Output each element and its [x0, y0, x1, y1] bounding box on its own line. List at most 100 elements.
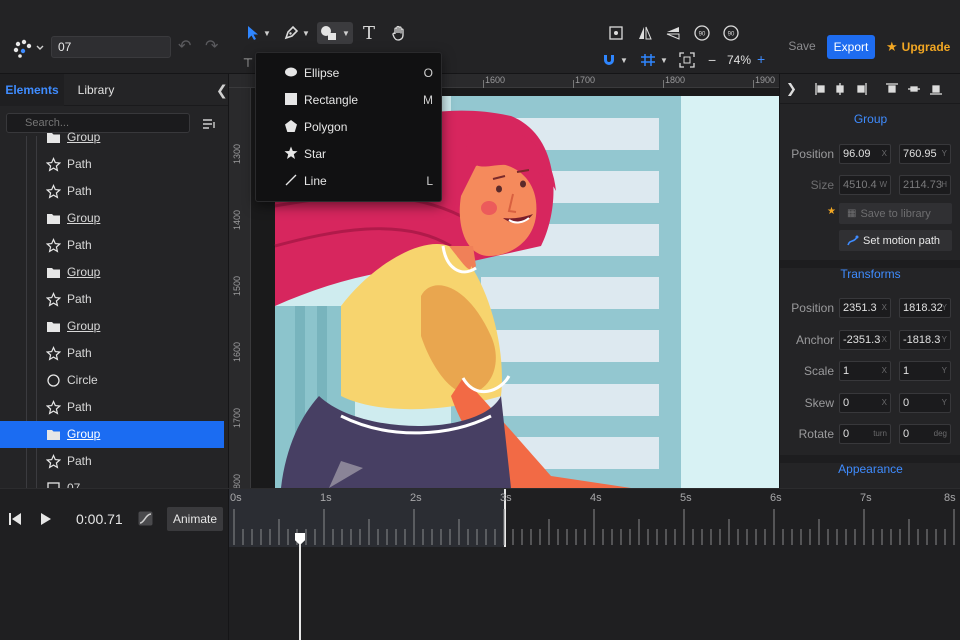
- transform-position-y-input[interactable]: 1818.32 Y: [899, 298, 951, 318]
- tree-item-label: Path: [67, 157, 92, 171]
- timeline-tick-label: 5s: [680, 492, 692, 504]
- hand-tool-button[interactable]: [387, 22, 411, 44]
- shape-menu-item[interactable]: Ellipse O: [256, 59, 443, 86]
- size-w-value: 4510.4: [843, 179, 877, 191]
- chevron-down-icon[interactable]: ▼: [620, 56, 628, 65]
- save-to-library-button[interactable]: ▦ Save to library: [839, 203, 952, 224]
- export-button[interactable]: Export: [827, 35, 875, 59]
- fit-icon: [609, 26, 623, 40]
- tree-item[interactable]: Group: [0, 421, 224, 448]
- align-icons[interactable]: [814, 82, 954, 96]
- expand-panel-icon[interactable]: ❯: [786, 81, 797, 97]
- shapes-tool-button[interactable]: ▼: [317, 22, 353, 44]
- tree-item[interactable]: Group: [0, 313, 224, 340]
- tree-item[interactable]: 07: [0, 475, 224, 488]
- folder-icon: [46, 319, 61, 334]
- tree-item[interactable]: Group: [0, 124, 224, 151]
- shape-menu-item[interactable]: Star: [256, 140, 443, 167]
- polygon-icon: [284, 119, 298, 133]
- size-h-value: 2114.73: [903, 179, 942, 191]
- tree-item[interactable]: Path: [0, 394, 224, 421]
- fit-button[interactable]: [604, 22, 628, 44]
- save-to-library-label: Save to library: [860, 207, 931, 220]
- size-h-input[interactable]: 2114.73 H: [899, 175, 951, 195]
- snap-button[interactable]: [597, 49, 621, 71]
- play-icon[interactable]: [40, 512, 52, 526]
- tab-library[interactable]: Library: [64, 74, 128, 106]
- size-w-input[interactable]: 4510.4 W: [839, 175, 891, 195]
- rotate-deg-input[interactable]: 0 deg: [899, 424, 951, 444]
- unit-h: H: [941, 180, 947, 189]
- size-label: Size: [810, 178, 834, 192]
- skew-y-input[interactable]: 0Y: [899, 393, 951, 413]
- pen-icon: [284, 25, 299, 40]
- tree-item[interactable]: Circle: [0, 367, 224, 394]
- save-button[interactable]: Save: [784, 35, 820, 57]
- tree-item[interactable]: Path: [0, 286, 224, 313]
- flip-v-icon: [666, 27, 680, 40]
- upgrade-button[interactable]: ★ Upgrade: [886, 39, 950, 55]
- rotate-left-90-button[interactable]: 90: [690, 22, 714, 44]
- easing-icon[interactable]: [138, 511, 153, 526]
- select-tool-button[interactable]: [241, 22, 265, 44]
- tree-item[interactable]: Group: [0, 205, 224, 232]
- transform-position-x-input[interactable]: 2351.3 X: [839, 298, 891, 318]
- text-tool-button[interactable]: T: [357, 22, 381, 44]
- zoom-in-button[interactable]: +: [757, 51, 765, 67]
- scale-y-input[interactable]: 1Y: [899, 361, 951, 381]
- tree-item[interactable]: Path: [0, 151, 224, 178]
- set-motion-path-button[interactable]: Set motion path: [839, 230, 952, 251]
- premium-star-icon: ★: [827, 206, 836, 217]
- tree-item[interactable]: Path: [0, 448, 224, 475]
- scale-x-input[interactable]: 1X: [839, 361, 891, 381]
- redo-icon[interactable]: ↷: [205, 38, 218, 56]
- zoom-out-button[interactable]: −: [708, 52, 716, 68]
- ruler-label: 1700: [232, 407, 242, 428]
- ruler-vertical[interactable]: 1300 1400 1500 1600 1700 1800: [229, 88, 251, 488]
- flip-horizontal-button[interactable]: [633, 22, 657, 44]
- ruler-label: 1900: [755, 75, 776, 85]
- undo-icon[interactable]: ↶: [178, 38, 191, 56]
- frame-button[interactable]: [675, 49, 699, 71]
- shape-menu-item[interactable]: Line L: [256, 167, 443, 194]
- collapse-panel-icon[interactable]: ❮: [216, 82, 228, 99]
- tree-item-label: Circle: [67, 373, 98, 387]
- grid-button[interactable]: [636, 49, 660, 71]
- position-y-input[interactable]: 760.95 Y: [899, 144, 951, 164]
- rotate-turn-input[interactable]: 0 turn: [839, 424, 891, 444]
- tree-item[interactable]: Path: [0, 178, 224, 205]
- text-align-icon[interactable]: ⊤: [241, 52, 255, 74]
- chevron-down-icon[interactable]: ▼: [263, 29, 271, 38]
- anchor-y-input[interactable]: -1818.3 Y: [899, 330, 951, 350]
- timeline-track[interactable]: 0s 1s 2s 3s 4s 5s 6s 7s 8s: [229, 489, 960, 640]
- tab-elements[interactable]: Elements: [0, 74, 64, 106]
- path-icon: [45, 238, 62, 253]
- timeline-tick-label: 1s: [320, 492, 332, 504]
- skew-x-input[interactable]: 0X: [839, 393, 891, 413]
- shape-menu-item[interactable]: Rectangle M: [256, 86, 443, 113]
- shape-menu-item[interactable]: Polygon: [256, 113, 443, 140]
- app-logo-icon[interactable]: [8, 36, 44, 58]
- anchor-x-input[interactable]: -2351.3 X: [839, 330, 891, 350]
- shape-menu-label: Line: [304, 174, 327, 188]
- unit-x: X: [881, 366, 887, 375]
- rotate-right-90-button[interactable]: 90: [719, 22, 743, 44]
- position-x-input[interactable]: 96.09 X: [839, 144, 891, 164]
- frame-icon: [679, 52, 695, 68]
- shape-menu-label: Polygon: [304, 120, 348, 134]
- tree-item[interactable]: Path: [0, 232, 224, 259]
- top-toolbar: ↶ ↷ ▼ ▼ ▼ T ⊤ 90: [0, 0, 960, 74]
- skip-back-icon[interactable]: [9, 512, 21, 526]
- file-name-input[interactable]: [51, 36, 171, 58]
- chevron-down-icon[interactable]: ▼: [660, 56, 668, 65]
- animate-button[interactable]: Animate: [167, 507, 223, 531]
- tree-item[interactable]: Group: [0, 259, 224, 286]
- tree-item-label: Path: [67, 292, 92, 306]
- pen-tool-button[interactable]: [279, 22, 303, 44]
- chevron-down-icon[interactable]: ▼: [302, 29, 310, 38]
- shortcut-key: M: [423, 93, 433, 107]
- upgrade-label: Upgrade: [901, 40, 951, 54]
- flip-vertical-button[interactable]: [661, 22, 685, 44]
- zoom-level[interactable]: 74%: [727, 53, 751, 67]
- tree-item[interactable]: Path: [0, 340, 224, 367]
